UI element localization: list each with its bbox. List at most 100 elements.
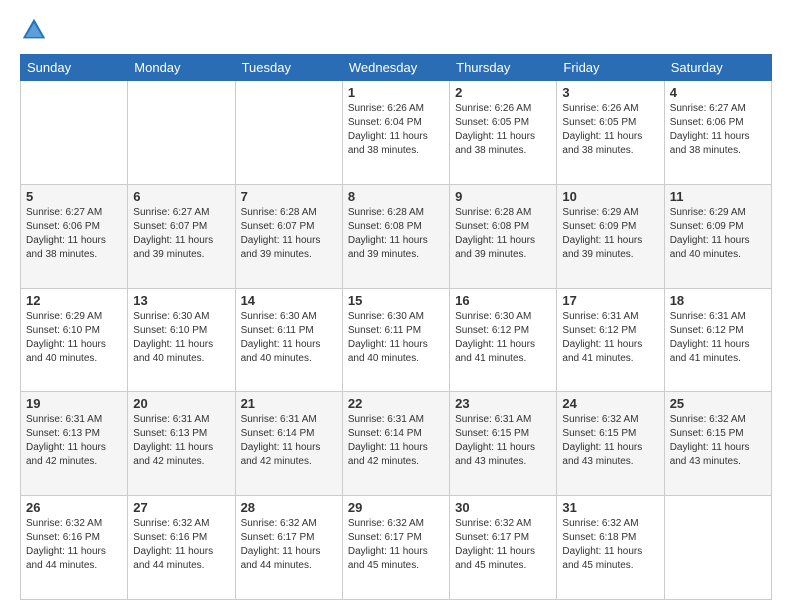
day-info: Sunrise: 6:26 AMSunset: 6:04 PMDaylight:… [348,102,444,158]
day-number: 10 [562,189,658,204]
day-info: Sunrise: 6:30 AMSunset: 6:10 PMDaylight:… [133,310,229,366]
day-info: Sunrise: 6:31 AMSunset: 6:14 PMDaylight:… [241,413,337,469]
day-number: 1 [348,85,444,100]
day-number: 11 [670,189,766,204]
day-info: Sunrise: 6:28 AMSunset: 6:07 PMDaylight:… [241,206,337,262]
day-info: Sunrise: 6:26 AMSunset: 6:05 PMDaylight:… [562,102,658,158]
day-info: Sunrise: 6:30 AMSunset: 6:12 PMDaylight:… [455,310,551,366]
day-info: Sunrise: 6:29 AMSunset: 6:09 PMDaylight:… [670,206,766,262]
day-number: 2 [455,85,551,100]
day-info: Sunrise: 6:29 AMSunset: 6:10 PMDaylight:… [26,310,122,366]
day-info: Sunrise: 6:31 AMSunset: 6:13 PMDaylight:… [26,413,122,469]
calendar-cell: 4 Sunrise: 6:27 AMSunset: 6:06 PMDaylight… [664,81,771,185]
calendar-cell: 19 Sunrise: 6:31 AMSunset: 6:13 PMDayligh… [21,392,128,496]
day-info: Sunrise: 6:31 AMSunset: 6:13 PMDaylight:… [133,413,229,469]
day-info: Sunrise: 6:27 AMSunset: 6:06 PMDaylight:… [26,206,122,262]
weekday-friday: Friday [557,55,664,81]
day-info: Sunrise: 6:32 AMSunset: 6:17 PMDaylight:… [348,517,444,573]
day-info: Sunrise: 6:31 AMSunset: 6:12 PMDaylight:… [562,310,658,366]
calendar-cell: 1 Sunrise: 6:26 AMSunset: 6:04 PMDaylight… [342,81,449,185]
calendar-cell: 5 Sunrise: 6:27 AMSunset: 6:06 PMDaylight… [21,184,128,288]
calendar-cell: 22 Sunrise: 6:31 AMSunset: 6:14 PMDayligh… [342,392,449,496]
calendar-cell: 15 Sunrise: 6:30 AMSunset: 6:11 PMDayligh… [342,288,449,392]
calendar-table: SundayMondayTuesdayWednesdayThursdayFrid… [20,54,772,600]
day-number: 25 [670,396,766,411]
day-number: 14 [241,293,337,308]
day-number: 31 [562,500,658,515]
weekday-tuesday: Tuesday [235,55,342,81]
calendar-cell: 31 Sunrise: 6:32 AMSunset: 6:18 PMDayligh… [557,496,664,600]
calendar-cell: 23 Sunrise: 6:31 AMSunset: 6:15 PMDayligh… [450,392,557,496]
day-info: Sunrise: 6:31 AMSunset: 6:15 PMDaylight:… [455,413,551,469]
day-info: Sunrise: 6:31 AMSunset: 6:14 PMDaylight:… [348,413,444,469]
day-number: 16 [455,293,551,308]
calendar-cell: 10 Sunrise: 6:29 AMSunset: 6:09 PMDayligh… [557,184,664,288]
calendar-cell: 29 Sunrise: 6:32 AMSunset: 6:17 PMDayligh… [342,496,449,600]
day-number: 29 [348,500,444,515]
day-number: 26 [26,500,122,515]
day-number: 19 [26,396,122,411]
day-number: 15 [348,293,444,308]
calendar-cell: 26 Sunrise: 6:32 AMSunset: 6:16 PMDayligh… [21,496,128,600]
calendar-cell: 27 Sunrise: 6:32 AMSunset: 6:16 PMDayligh… [128,496,235,600]
calendar-cell: 17 Sunrise: 6:31 AMSunset: 6:12 PMDayligh… [557,288,664,392]
day-info: Sunrise: 6:30 AMSunset: 6:11 PMDaylight:… [348,310,444,366]
day-info: Sunrise: 6:30 AMSunset: 6:11 PMDaylight:… [241,310,337,366]
calendar-cell [664,496,771,600]
weekday-header-row: SundayMondayTuesdayWednesdayThursdayFrid… [21,55,772,81]
calendar-cell [21,81,128,185]
weekday-thursday: Thursday [450,55,557,81]
calendar-week-5: 26 Sunrise: 6:32 AMSunset: 6:16 PMDayligh… [21,496,772,600]
day-info: Sunrise: 6:29 AMSunset: 6:09 PMDaylight:… [562,206,658,262]
calendar-week-1: 1 Sunrise: 6:26 AMSunset: 6:04 PMDaylight… [21,81,772,185]
weekday-sunday: Sunday [21,55,128,81]
calendar-cell: 6 Sunrise: 6:27 AMSunset: 6:07 PMDaylight… [128,184,235,288]
day-info: Sunrise: 6:32 AMSunset: 6:17 PMDaylight:… [455,517,551,573]
calendar-week-2: 5 Sunrise: 6:27 AMSunset: 6:06 PMDaylight… [21,184,772,288]
day-info: Sunrise: 6:32 AMSunset: 6:18 PMDaylight:… [562,517,658,573]
day-number: 17 [562,293,658,308]
calendar-cell: 12 Sunrise: 6:29 AMSunset: 6:10 PMDayligh… [21,288,128,392]
weekday-saturday: Saturday [664,55,771,81]
calendar-cell: 8Sunrise: 6:28 AMSunset: 6:08 PMDaylight… [342,184,449,288]
day-number: 13 [133,293,229,308]
page: SundayMondayTuesdayWednesdayThursdayFrid… [0,0,792,612]
day-info: Sunrise: 6:32 AMSunset: 6:17 PMDaylight:… [241,517,337,573]
day-number: 5 [26,189,122,204]
calendar-week-3: 12 Sunrise: 6:29 AMSunset: 6:10 PMDayligh… [21,288,772,392]
calendar-cell [128,81,235,185]
calendar-cell: 24Sunrise: 6:32 AMSunset: 6:15 PMDayligh… [557,392,664,496]
calendar-cell: 2 Sunrise: 6:26 AMSunset: 6:05 PMDaylight… [450,81,557,185]
day-number: 4 [670,85,766,100]
calendar-cell: 13 Sunrise: 6:30 AMSunset: 6:10 PMDayligh… [128,288,235,392]
day-number: 23 [455,396,551,411]
day-info: Sunrise: 6:32 AMSunset: 6:16 PMDaylight:… [26,517,122,573]
header [20,16,772,44]
day-number: 28 [241,500,337,515]
day-number: 20 [133,396,229,411]
logo-icon [20,16,48,44]
day-number: 6 [133,189,229,204]
day-number: 9 [455,189,551,204]
weekday-wednesday: Wednesday [342,55,449,81]
calendar-cell [235,81,342,185]
calendar-cell: 14 Sunrise: 6:30 AMSunset: 6:11 PMDayligh… [235,288,342,392]
day-info: Sunrise: 6:32 AMSunset: 6:16 PMDaylight:… [133,517,229,573]
day-number: 22 [348,396,444,411]
day-info: Sunrise: 6:26 AMSunset: 6:05 PMDaylight:… [455,102,551,158]
day-number: 27 [133,500,229,515]
calendar-cell: 28 Sunrise: 6:32 AMSunset: 6:17 PMDayligh… [235,496,342,600]
calendar-cell: 25Sunrise: 6:32 AMSunset: 6:15 PMDayligh… [664,392,771,496]
calendar-cell: 16 Sunrise: 6:30 AMSunset: 6:12 PMDayligh… [450,288,557,392]
day-info: Sunrise: 6:27 AMSunset: 6:07 PMDaylight:… [133,206,229,262]
calendar-cell: 9Sunrise: 6:28 AMSunset: 6:08 PMDaylight… [450,184,557,288]
day-number: 8 [348,189,444,204]
day-number: 7 [241,189,337,204]
day-info: Sunrise: 6:27 AMSunset: 6:06 PMDaylight:… [670,102,766,158]
day-info: Sunrise: 6:32 AMSunset: 6:15 PMDaylight:… [562,413,658,469]
day-number: 12 [26,293,122,308]
day-number: 30 [455,500,551,515]
day-number: 18 [670,293,766,308]
calendar-cell: 20 Sunrise: 6:31 AMSunset: 6:13 PMDayligh… [128,392,235,496]
calendar-cell: 3Sunrise: 6:26 AMSunset: 6:05 PMDaylight… [557,81,664,185]
